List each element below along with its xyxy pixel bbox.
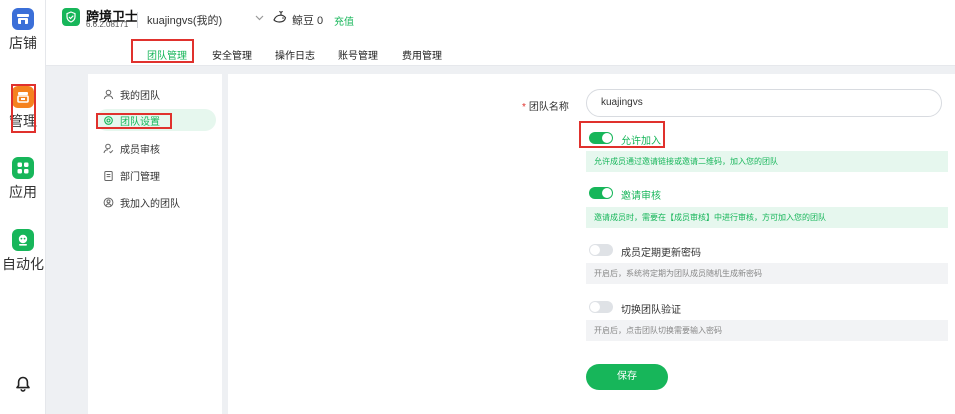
- nav-label-joined-teams: 我加入的团队: [120, 198, 180, 210]
- user-check-icon: [102, 142, 114, 154]
- switch-verification-label: 切换团队验证: [621, 305, 681, 316]
- app-logo-icon: [62, 8, 80, 26]
- clipboard-icon: [102, 169, 114, 181]
- invite-review-label: 邀请审核: [621, 191, 661, 202]
- rail-item-automation[interactable]: 自动化: [0, 229, 46, 274]
- tab-billing-management[interactable]: 费用管理: [402, 47, 442, 62]
- team-name-input[interactable]: kuajingvs: [586, 89, 942, 117]
- tab-security-management[interactable]: 安全管理: [212, 47, 252, 62]
- app-version: 6.6.2.08171: [86, 20, 129, 29]
- tab-account-management[interactable]: 账号管理: [338, 47, 378, 62]
- toggle-knob: [590, 302, 600, 312]
- nav-item-my-team[interactable]: 我的团队: [96, 83, 216, 105]
- bell-icon: [12, 373, 34, 395]
- rail-item-apps[interactable]: 应用: [0, 157, 46, 202]
- team-name-label: * 团队名称: [522, 98, 569, 113]
- header-divider: [137, 12, 138, 28]
- automation-icon: [12, 229, 34, 251]
- allow-join-hint: 允许成员通过邀请链接或邀请二维码，加入您的团队: [586, 151, 948, 172]
- nav-label-my-team: 我的团队: [120, 90, 160, 102]
- user-icon: [102, 88, 114, 100]
- nav-item-department-management[interactable]: 部门管理: [96, 164, 216, 186]
- top-header: 跨境卫士 6.6.2.08171 kuajingvs(我的) 鲸豆 0 充值 团…: [46, 0, 955, 66]
- invite-review-toggle[interactable]: [589, 187, 613, 199]
- periodic-password-hint: 开启后，系统将定期为团队成员随机生成新密码: [586, 263, 948, 284]
- whale-bean-icon: [272, 9, 288, 30]
- left-rail: 店铺 管理 应用 自动化: [0, 0, 46, 414]
- nav-item-member-review[interactable]: 成员审核: [96, 137, 216, 159]
- apps-icon: [12, 157, 34, 179]
- store-icon: [12, 8, 34, 30]
- toggle-knob: [590, 245, 600, 255]
- nav-label-member-review: 成员审核: [120, 144, 160, 156]
- save-button[interactable]: 保存: [586, 364, 668, 390]
- beans-balance: 鲸豆 0: [292, 15, 324, 27]
- team-name-label-text: 团队名称: [528, 102, 569, 113]
- nav-label-department-management: 部门管理: [120, 171, 160, 183]
- account-switcher[interactable]: kuajingvs(我的): [147, 12, 222, 28]
- team-circle-icon: [102, 196, 114, 208]
- periodic-password-toggle[interactable]: [589, 244, 613, 256]
- highlight-allow-join: [579, 121, 665, 148]
- required-mark: *: [522, 102, 526, 113]
- rail-label-store: 店铺: [9, 35, 37, 51]
- team-settings-form: * 团队名称 kuajingvs 允许加入 允许成员通过邀请链接或邀请二维码，加入…: [228, 74, 955, 414]
- switch-verification-toggle[interactable]: [589, 301, 613, 313]
- periodic-password-label: 成员定期更新密码: [621, 248, 701, 259]
- tab-operation-log[interactable]: 操作日志: [275, 47, 315, 62]
- team-subnav: 我的团队 团队设置 成员审核 部门管理 我加入的团队: [88, 74, 222, 414]
- toggle-knob: [602, 188, 612, 198]
- rail-label-automation: 自动化: [2, 256, 44, 272]
- recharge-link[interactable]: 充值: [334, 13, 354, 28]
- highlight-team-settings: [96, 113, 172, 129]
- rail-item-notifications[interactable]: [0, 373, 46, 395]
- rail-item-store[interactable]: 店铺: [0, 8, 46, 53]
- invite-review-hint: 邀请成员时，需要在【成员审核】中进行审核，方可加入您的团队: [586, 207, 948, 228]
- highlight-team-management-tab: [131, 39, 194, 63]
- switch-verification-hint: 开启后，点击团队切换需要输入密码: [586, 320, 948, 341]
- rail-label-apps: 应用: [9, 184, 37, 200]
- nav-item-joined-teams[interactable]: 我加入的团队: [96, 191, 216, 213]
- chevron-down-icon[interactable]: [255, 13, 264, 24]
- highlight-management: [11, 84, 36, 133]
